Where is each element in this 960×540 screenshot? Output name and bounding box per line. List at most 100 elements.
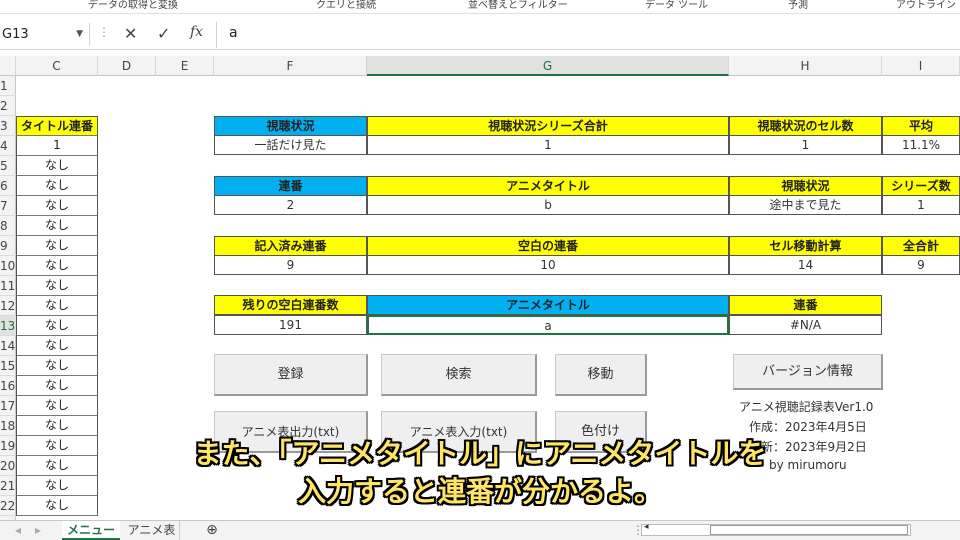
register-button[interactable]: 登録 <box>214 354 368 396</box>
subtitle-line-1: また、「アニメタイトル」にアニメタイトルを <box>193 437 767 470</box>
row-header[interactable]: 12 <box>0 296 16 316</box>
title-number-cell[interactable]: なし <box>16 276 98 296</box>
title-number-cell[interactable]: なし <box>16 356 98 376</box>
version-info-button[interactable]: バージョン情報 <box>733 354 883 390</box>
column-header-c[interactable]: C <box>16 56 98 76</box>
row-header[interactable]: 17 <box>0 396 16 416</box>
row-header[interactable]: 8 <box>0 216 16 236</box>
column-headers: C D E F G H I <box>0 56 960 76</box>
ribbon-group-forecast: 予測 <box>788 0 808 11</box>
ribbon-group-labels: データの取得と変換 クエリと接続 並べ替えとフィルター データ ツール 予測 ア… <box>0 0 960 14</box>
app-version-title: アニメ視聴記録表Ver1.0 <box>739 400 874 414</box>
table1-header-status[interactable]: 視聴状況 <box>214 116 367 136</box>
title-number-cell[interactable]: 1 <box>16 136 98 156</box>
table2-number-value[interactable]: 2 <box>214 195 367 215</box>
row-header[interactable]: 11 <box>0 276 16 296</box>
table3-header-filled-number[interactable]: 記入済み連番 <box>214 236 367 256</box>
name-box[interactable]: G13 ▼ <box>0 23 90 46</box>
table3-filled-number-value[interactable]: 9 <box>214 255 367 275</box>
more-options-icon[interactable]: ⋮ <box>98 25 110 39</box>
row-header[interactable]: 1 <box>0 76 16 96</box>
insert-function-icon[interactable]: fx <box>190 24 203 40</box>
title-number-cell[interactable]: なし <box>16 396 98 416</box>
scroll-right-icon[interactable]: ▸ <box>28 521 48 540</box>
table1-average-value[interactable]: 11.1% <box>882 135 960 155</box>
table1-status-value[interactable]: 一話だけ見た <box>214 135 367 155</box>
horizontal-scroll-thumb[interactable] <box>710 525 908 535</box>
row-header[interactable]: 16 <box>0 376 16 396</box>
formula-bar-divider <box>216 22 217 48</box>
ribbon-group-queries: クエリと接続 <box>316 0 376 11</box>
search-button[interactable]: 検索 <box>381 354 537 396</box>
table2-header-anime-title[interactable]: アニメタイトル <box>367 176 729 196</box>
scroll-left-icon[interactable]: ◂ <box>8 521 28 540</box>
column-header-i[interactable]: I <box>882 56 960 76</box>
row-header[interactable]: 6 <box>0 176 16 196</box>
table3-header-cell-move[interactable]: セル移動計算 <box>729 236 882 256</box>
table2-header-status[interactable]: 視聴状況 <box>729 176 882 196</box>
row-header[interactable]: 4 <box>0 136 16 156</box>
sheet-tab-anime[interactable]: アニメ表 <box>124 521 180 540</box>
table2-anime-title-value[interactable]: b <box>367 195 729 215</box>
table3-header-grand-total[interactable]: 全合計 <box>882 236 960 256</box>
title-number-cell[interactable]: なし <box>16 336 98 356</box>
cancel-icon[interactable]: ✕ <box>124 24 137 43</box>
table1-header-cell-count[interactable]: 視聴状況のセル数 <box>729 116 882 136</box>
column-header-e[interactable]: E <box>156 56 214 76</box>
row-header[interactable]: 10 <box>0 256 16 276</box>
title-number-cell[interactable]: なし <box>16 216 98 236</box>
title-number-cell[interactable]: なし <box>16 236 98 256</box>
row-header[interactable]: 7 <box>0 196 16 216</box>
select-all-corner[interactable] <box>0 56 16 76</box>
table2-status-value[interactable]: 途中まで見た <box>729 195 882 215</box>
column-header-f[interactable]: F <box>214 56 367 76</box>
table1-header-series-total[interactable]: 視聴状況シリーズ合計 <box>367 116 729 136</box>
title-number-header[interactable]: タイトル連番 <box>16 116 98 136</box>
table3-blank-number-value[interactable]: 10 <box>367 255 729 275</box>
ribbon-group-sort-filter: 並べ替えとフィルター <box>468 0 568 11</box>
row-header[interactable]: 2 <box>0 96 16 116</box>
title-number-cell[interactable]: なし <box>16 256 98 276</box>
table2-series-count-value[interactable]: 1 <box>882 195 960 215</box>
table1-series-total-value[interactable]: 1 <box>367 135 729 155</box>
column-header-g[interactable]: G <box>367 56 729 76</box>
row-header[interactable]: 5 <box>0 156 16 176</box>
anime-title-input-selected[interactable]: a <box>367 315 729 335</box>
table4-header-remaining-blank[interactable]: 残りの空白連番数 <box>214 295 367 315</box>
table1-cell-count-value[interactable]: 1 <box>729 135 882 155</box>
table2-header-series-count[interactable]: シリーズ数 <box>882 176 960 196</box>
tab-splitter[interactable]: ⋮ <box>632 521 644 540</box>
table2-header-number[interactable]: 連番 <box>214 176 367 196</box>
title-number-cell[interactable]: なし <box>16 196 98 216</box>
title-number-cell[interactable]: なし <box>16 156 98 176</box>
scroll-left-arrow-icon[interactable]: ◂ <box>644 522 649 532</box>
table3-header-blank-number[interactable]: 空白の連番 <box>367 236 729 256</box>
table4-number-value[interactable]: #N/A <box>729 315 882 335</box>
formula-input[interactable]: a <box>229 25 238 41</box>
table3-grand-total-value[interactable]: 9 <box>882 255 960 275</box>
add-sheet-icon[interactable]: ⊕ <box>200 521 224 540</box>
move-button[interactable]: 移動 <box>555 354 647 396</box>
row-header[interactable]: 3 <box>0 116 16 136</box>
column-header-d[interactable]: D <box>98 56 156 76</box>
column-header-h[interactable]: H <box>729 56 882 76</box>
formula-bar: G13 ▼ ⋮ ✕ ✓ fx a <box>0 18 960 50</box>
sheet-tab-menu[interactable]: メニュー <box>62 521 120 540</box>
ribbon-group-data-tools: データ ツール <box>645 0 709 11</box>
table1-header-average[interactable]: 平均 <box>882 116 960 136</box>
row-header[interactable]: 14 <box>0 336 16 356</box>
title-number-cell[interactable]: なし <box>16 176 98 196</box>
title-number-cell[interactable]: なし <box>16 316 98 336</box>
table4-remaining-blank-value[interactable]: 191 <box>214 315 367 335</box>
table4-header-anime-title[interactable]: アニメタイトル <box>367 295 729 315</box>
ribbon-group-outline: アウトライン <box>896 0 956 11</box>
enter-icon[interactable]: ✓ <box>157 24 170 43</box>
row-header-selected[interactable]: 13 <box>0 316 16 336</box>
row-header[interactable]: 9 <box>0 236 16 256</box>
title-number-cell[interactable]: なし <box>16 376 98 396</box>
chevron-down-icon[interactable]: ▼ <box>76 23 83 46</box>
table3-cell-move-value[interactable]: 14 <box>729 255 882 275</box>
title-number-cell[interactable]: なし <box>16 296 98 316</box>
row-header[interactable]: 15 <box>0 356 16 376</box>
table4-header-number[interactable]: 連番 <box>729 295 882 315</box>
